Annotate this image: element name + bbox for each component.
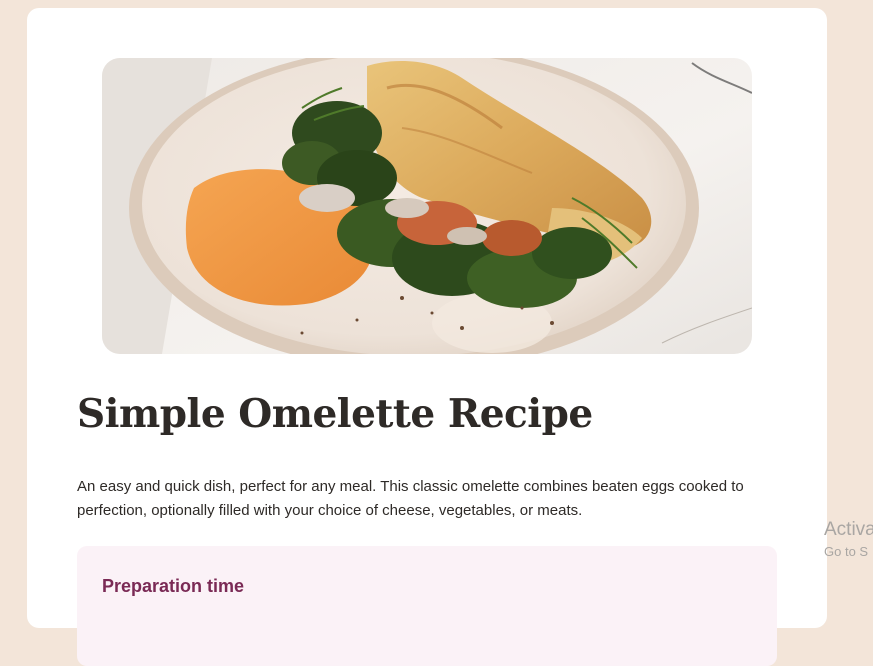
page-title: Simple Omelette Recipe (77, 391, 593, 437)
preparation-time-panel: Preparation time (77, 546, 777, 666)
preparation-time-heading: Preparation time (102, 576, 245, 596)
recipe-card: Simple Omelette Recipe An easy and quick… (27, 8, 827, 666)
watermark-line-1: Activa (824, 519, 873, 540)
windows-activation-watermark: Activa Go to S (824, 519, 873, 561)
recipe-intro: An easy and quick dish, perfect for any … (77, 478, 744, 519)
watermark-line-2: Go to S (824, 544, 869, 559)
omelette-photo (102, 58, 752, 354)
